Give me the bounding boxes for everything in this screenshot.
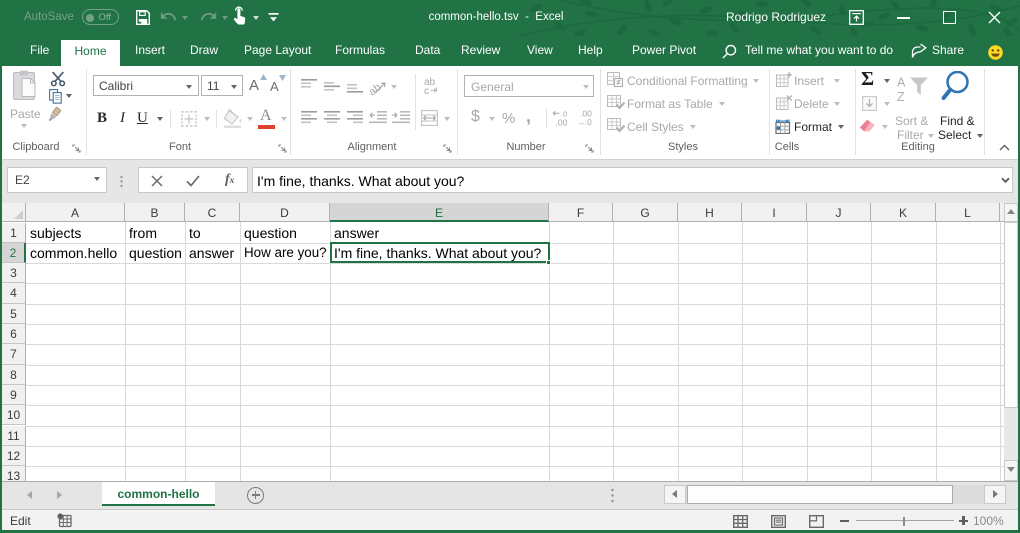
svg-text:.00: .00 — [556, 118, 568, 127]
svg-text:c: c — [424, 86, 429, 95]
svg-text:→.0: →.0 — [577, 118, 592, 126]
svg-text:Z: Z — [897, 90, 905, 104]
svg-text:A: A — [897, 76, 906, 90]
